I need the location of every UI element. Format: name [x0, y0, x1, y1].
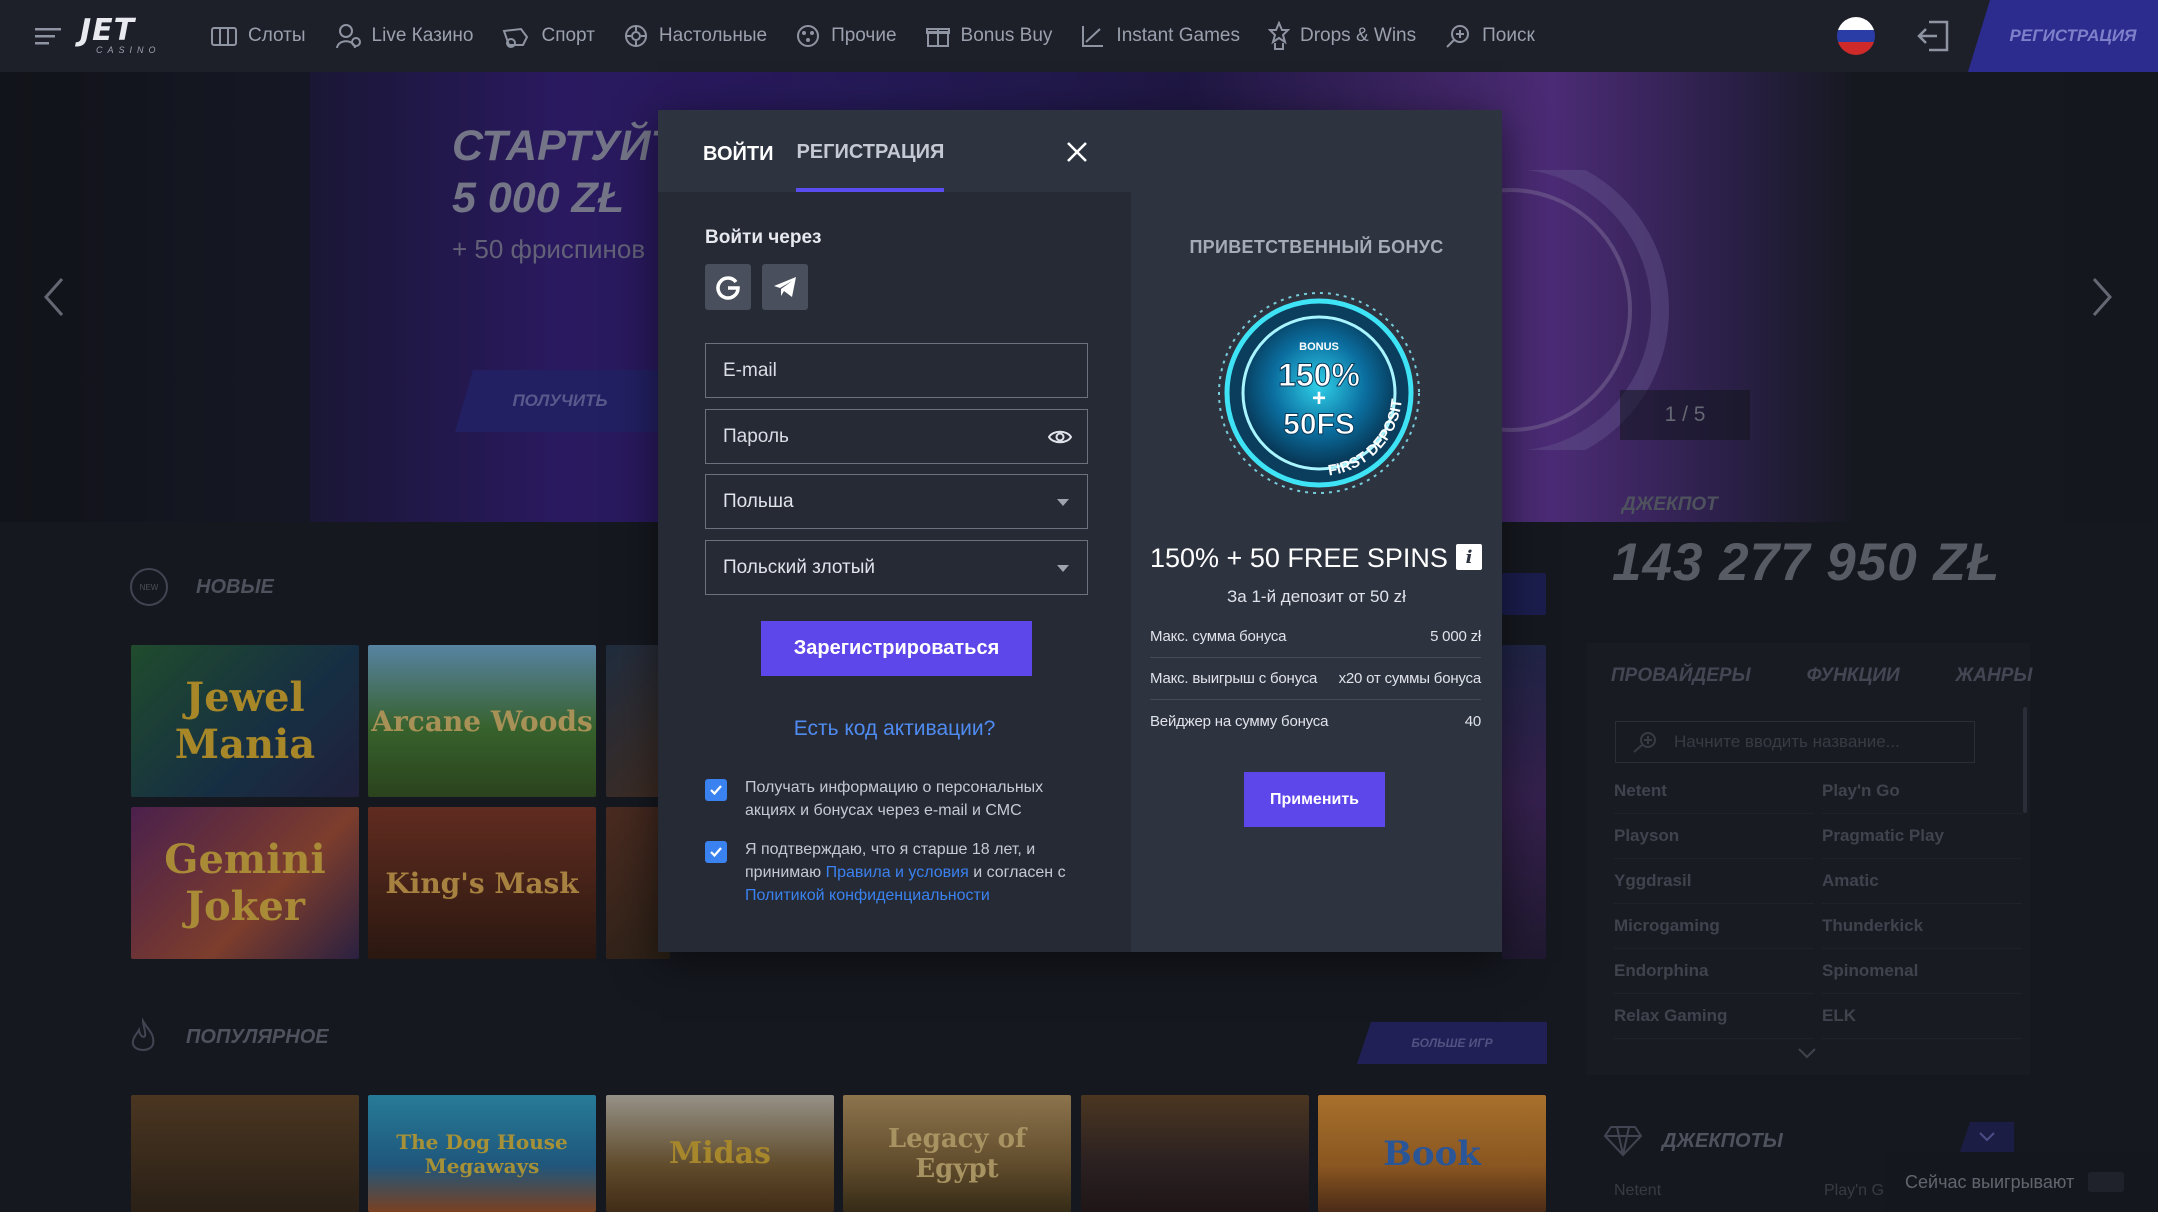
table-games-icon [624, 25, 647, 47]
drops-wins-icon [1267, 21, 1290, 50]
check-icon [710, 785, 722, 796]
register-submit-button[interactable]: Зарегистрироваться [761, 621, 1032, 676]
email-field[interactable] [705, 343, 1088, 398]
info-icon[interactable]: i [1456, 544, 1482, 570]
instant-games-icon [1082, 26, 1104, 47]
other-games-icon [797, 25, 820, 47]
country-select[interactable]: Польша [705, 474, 1088, 529]
bonus-detail-row: Вейджер на сумму бонуса 40 [1150, 712, 1481, 730]
currency-select[interactable]: Польский злотый [705, 540, 1088, 595]
live-casino-icon [335, 24, 361, 49]
menu-icon[interactable] [18, 0, 78, 72]
consent-marketing-text: Получать информацию о персональных акция… [745, 779, 1044, 819]
consent-marketing: Получать информацию о персональных акция… [705, 776, 1090, 822]
coin-freespins: 50FS [1283, 408, 1355, 441]
jet-casino-logo[interactable]: JET CASINO [80, 0, 180, 72]
slots-icon [211, 27, 237, 46]
bonus-buy-icon [925, 28, 950, 47]
nav-other-games[interactable]: Прочие [781, 0, 910, 72]
telegram-login-button[interactable] [762, 264, 808, 310]
nav-instant-games[interactable]: Instant Games [1066, 0, 1254, 72]
nav-search[interactable]: Поиск [1430, 0, 1549, 72]
nav-slots[interactable]: Слоты [196, 0, 320, 72]
password-field[interactable] [705, 409, 1088, 464]
terms-link[interactable]: Правила и условия [826, 864, 969, 881]
login-via-label: Войти через [705, 227, 822, 248]
register-button-top[interactable]: РЕГИСТРАЦИЯ [1968, 0, 2158, 72]
eye-icon[interactable] [1047, 425, 1073, 449]
caret-down-icon [1057, 499, 1069, 506]
nav-table-games[interactable]: Настольные [609, 0, 781, 72]
password-input[interactable] [723, 425, 1023, 448]
check-icon [710, 847, 722, 858]
caret-down-icon [1057, 565, 1069, 572]
bonus-detail-row: Макс. выигрыш с бонуса x20 от суммы бону… [1150, 658, 1481, 700]
consent-terms-checkbox[interactable] [705, 841, 727, 863]
coin-bonus-label: BONUS [1299, 341, 1339, 353]
nav-live-casino[interactable]: Live Казино [320, 0, 488, 72]
bonus-name: 150% + 50 FREE SPINS [1150, 543, 1448, 573]
nav-bonus-buy[interactable]: Bonus Buy [911, 0, 1067, 72]
registration-form-panel: ВОЙТИ РЕГИСТРАЦИЯ Войти через Польша [658, 110, 1131, 952]
google-login-button[interactable] [705, 264, 751, 310]
apply-bonus-button[interactable]: Применить [1244, 772, 1385, 827]
nav-drops-wins[interactable]: Drops & Wins [1254, 0, 1430, 72]
search-icon [1446, 25, 1470, 48]
welcome-bonus-panel: ПРИВЕТСТВЕННЫЙ БОНУС BONUS 150% + 50FS F… [1131, 110, 1502, 952]
consent-age-terms: Я подтверждаю, что я старше 18 лет, и пр… [705, 838, 1090, 907]
login-icon[interactable] [1915, 16, 1955, 56]
registration-modal: ВОЙТИ РЕГИСТРАЦИЯ Войти через Польша [658, 110, 1502, 952]
nav-sport[interactable]: Спорт [487, 0, 608, 72]
bonus-title: ПРИВЕТСТВЕННЫЙ БОНУС [1189, 237, 1444, 257]
activation-code-link[interactable]: Есть код активации? [658, 717, 1131, 741]
tab-register[interactable]: РЕГИСТРАЦИЯ [796, 110, 945, 192]
main-nav: Слоты Live Казино Спорт Настольные Прочи… [196, 0, 1549, 72]
language-flag-icon[interactable] [1837, 17, 1875, 55]
top-navigation: JET CASINO Слоты Live Казино Спорт Насто… [0, 0, 2158, 72]
privacy-policy-link[interactable]: Политикой конфиденциальности [745, 887, 990, 904]
bonus-subtitle: За 1-й депозит от 50 zł [1227, 587, 1406, 606]
email-input[interactable] [723, 359, 1023, 382]
close-icon[interactable] [1060, 135, 1094, 169]
modal-tabs: ВОЙТИ РЕГИСТРАЦИЯ [658, 110, 1131, 192]
tab-login[interactable]: ВОЙТИ [703, 110, 773, 192]
consent-terms-text: Я подтверждаю, что я старше 18 лет, и пр… [745, 841, 1066, 904]
sport-icon [503, 27, 529, 48]
consent-marketing-checkbox[interactable] [705, 779, 727, 801]
bonus-coin-image: BONUS 150% + 50FS FIRST DEPOSIT [1214, 288, 1424, 498]
google-icon [716, 276, 740, 300]
bonus-detail-row: Макс. сумма бонуса 5 000 zł [1150, 616, 1481, 658]
telegram-icon [774, 277, 796, 297]
